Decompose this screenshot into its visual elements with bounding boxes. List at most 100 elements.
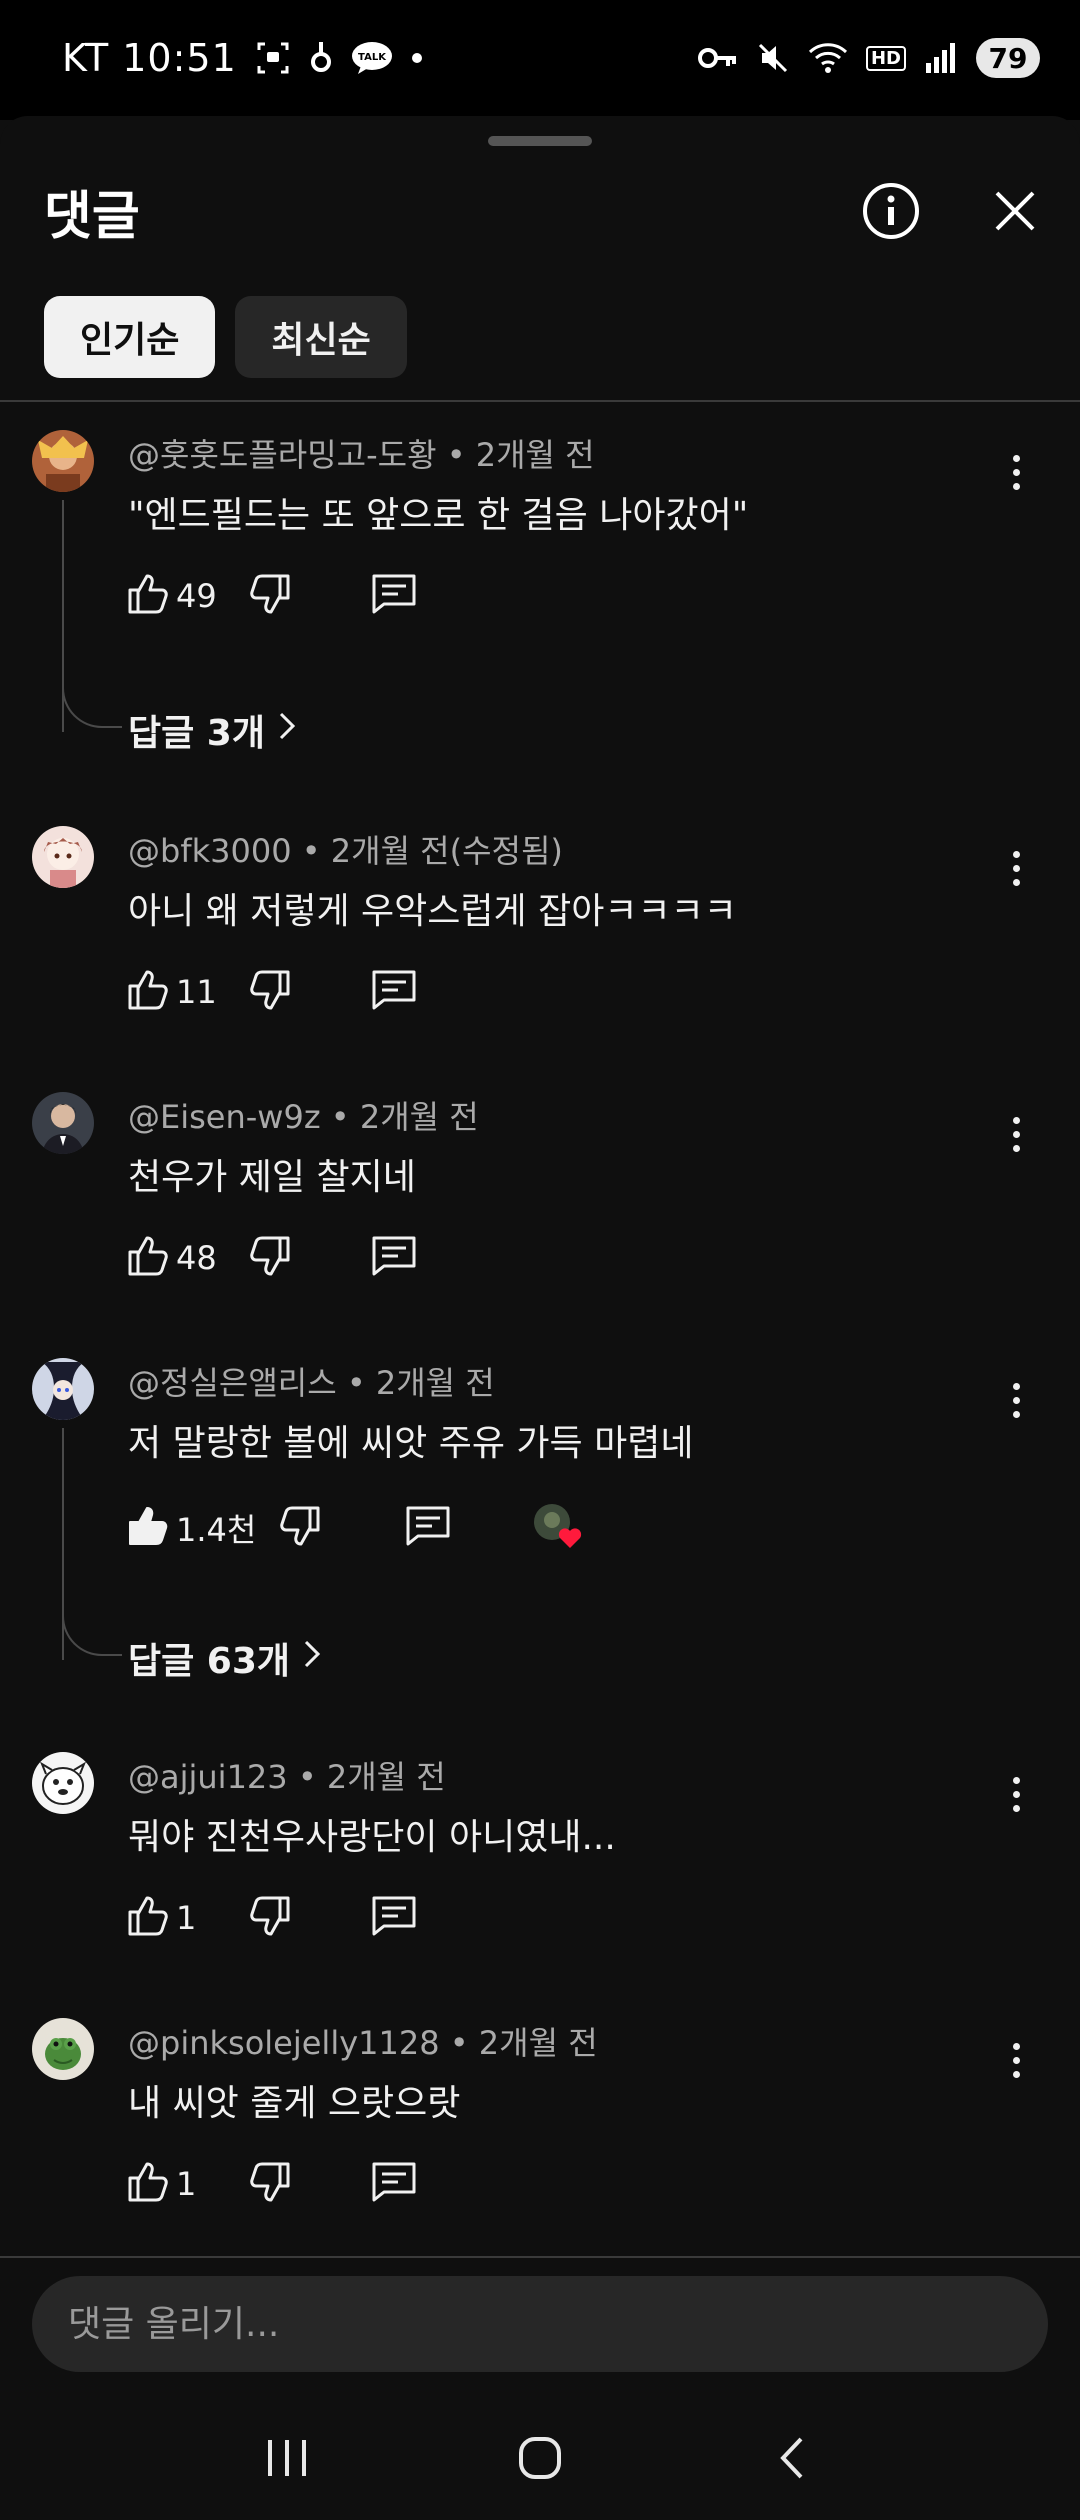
close-icon: [993, 189, 1037, 237]
like-button[interactable]: 1.4천: [124, 1502, 276, 1554]
thumbs-down-icon: [246, 570, 294, 622]
reply-button[interactable]: [370, 2158, 418, 2210]
reply-button[interactable]: [370, 570, 418, 622]
reply-comment-icon: [370, 570, 418, 622]
info-button[interactable]: [856, 178, 926, 248]
comment-meta: @pinksolejelly1128 • 2개월 전: [128, 2024, 598, 2062]
hd-badge: HD: [865, 45, 906, 71]
status-bar: KT 10:51 TALK HD 79: [0, 0, 1080, 120]
more-options-button[interactable]: [996, 2030, 1036, 2090]
like-button[interactable]: 1: [124, 1892, 246, 1944]
like-button[interactable]: 11: [124, 966, 246, 1018]
avatar[interactable]: [32, 826, 94, 888]
sort-chip-newest[interactable]: 최신순: [235, 296, 407, 378]
like-count: 1: [176, 2165, 197, 2203]
comment-author[interactable]: @정실은앨리스: [128, 1364, 337, 1402]
comment-meta: @ajjui123 • 2개월 전: [128, 1758, 446, 1796]
dislike-button[interactable]: [246, 2158, 294, 2210]
comment-text: "엔드필드는 또 앞으로 한 걸음 나아갔어": [128, 495, 749, 536]
comment-time: 2개월 전: [326, 1758, 446, 1796]
comment-actions: 49: [124, 570, 418, 622]
comment-meta: @정실은앨리스 • 2개월 전: [128, 1364, 495, 1402]
reply-button[interactable]: [370, 1232, 418, 1284]
like-button[interactable]: 1: [124, 2158, 246, 2210]
comment-time: 2개월 전: [475, 436, 595, 474]
thumbs-up-icon: [124, 966, 172, 1018]
thumbs-down-icon: [276, 1502, 324, 1554]
close-button[interactable]: [980, 178, 1050, 248]
chevron-right-icon: [277, 710, 297, 751]
avatar[interactable]: [32, 2018, 94, 2080]
comment-author[interactable]: @훗훗도플라밍고-도황: [128, 436, 437, 474]
svg-text:TALK: TALK: [358, 52, 387, 63]
screenshot-icon: [255, 40, 291, 76]
dislike-button[interactable]: [246, 966, 294, 1018]
sort-chip-popular[interactable]: 인기순: [44, 296, 216, 378]
comment-text: 내 씨앗 줄게 으랏으랏: [128, 2083, 461, 2124]
thumbs-down-icon: [246, 2158, 294, 2210]
view-replies-button[interactable]: 답글 63개: [128, 1632, 322, 1684]
comment-author[interactable]: @Eisen-w9z: [128, 1098, 321, 1136]
comment-text: 뭐야 진천우사랑단이 아니였내...: [128, 1817, 616, 1858]
home-icon: [515, 2433, 565, 2487]
replies-label: 답글 3개: [128, 713, 265, 754]
more-options-button[interactable]: [996, 1370, 1036, 1430]
like-button[interactable]: 48: [124, 1232, 246, 1284]
comment-actions: 1: [124, 2158, 418, 2210]
header-divider: [0, 400, 1080, 402]
comment-author[interactable]: @pinksolejelly1128: [128, 2024, 440, 2062]
more-options-button[interactable]: [996, 1764, 1036, 1824]
more-options-button[interactable]: [996, 442, 1036, 502]
comment-time: 2개월 전: [478, 2024, 598, 2062]
like-count: 1.4천: [176, 1511, 257, 1549]
dislike-button[interactable]: [246, 1892, 294, 1944]
more-options-button[interactable]: [996, 1104, 1036, 1164]
signal-icon: [924, 43, 958, 73]
sheet-title: 댓글: [44, 187, 140, 247]
reply-comment-icon: [370, 1892, 418, 1944]
avatar[interactable]: [32, 1752, 94, 1814]
comment-actions: 48: [124, 1232, 418, 1284]
avatar[interactable]: [32, 1092, 94, 1154]
system-nav-bar: [0, 2400, 1080, 2520]
like-button[interactable]: 49: [124, 570, 246, 622]
thumbs-up-icon: [124, 1232, 172, 1284]
status-time: KT 10:51: [62, 36, 237, 80]
comment-actions: 1.4천: [124, 1502, 588, 1554]
creator-heart-icon: [532, 1502, 588, 1554]
comment-author[interactable]: @bfk3000: [128, 832, 292, 870]
comment-meta: @훗훗도플라밍고-도황 • 2개월 전: [128, 436, 595, 474]
like-count: 1: [176, 1899, 197, 1937]
back-button[interactable]: [748, 2415, 838, 2505]
key-icon: [697, 43, 738, 73]
reply-button[interactable]: [404, 1502, 452, 1554]
home-button[interactable]: [495, 2415, 585, 2505]
dislike-button[interactable]: [246, 1232, 294, 1284]
comment-time: 2개월 전: [375, 1364, 495, 1402]
comment-meta: @Eisen-w9z • 2개월 전: [128, 1098, 479, 1136]
dislike-button[interactable]: [276, 1502, 324, 1554]
reply-button[interactable]: [370, 1892, 418, 1944]
talk-icon: TALK: [351, 40, 393, 76]
comment-text: 저 말랑한 볼에 씨앗 주유 가득 마렵네: [128, 1423, 694, 1464]
reply-comment-icon: [370, 1232, 418, 1284]
wifi-icon: [808, 42, 848, 74]
avatar[interactable]: [32, 1358, 94, 1420]
reply-comment-icon: [404, 1502, 452, 1554]
thumbs-up-icon: [124, 2158, 172, 2210]
dislike-button[interactable]: [246, 570, 294, 622]
comment-input[interactable]: [32, 2276, 1048, 2372]
comment-time: 2개월 전(수정됨): [330, 832, 563, 870]
info-icon: [861, 181, 921, 245]
drag-handle[interactable]: [488, 136, 592, 146]
replies-label: 답글 63개: [128, 1641, 290, 1682]
thumbs-up-filled-icon: [124, 1502, 172, 1554]
view-replies-button[interactable]: 답글 3개: [128, 704, 297, 756]
thumbs-down-icon: [246, 966, 294, 1018]
avatar[interactable]: [32, 430, 94, 492]
battery-indicator: 79: [976, 38, 1040, 78]
more-options-button[interactable]: [996, 838, 1036, 898]
recents-button[interactable]: [242, 2415, 332, 2505]
comment-author[interactable]: @ajjui123: [128, 1758, 288, 1796]
reply-button[interactable]: [370, 966, 418, 1018]
